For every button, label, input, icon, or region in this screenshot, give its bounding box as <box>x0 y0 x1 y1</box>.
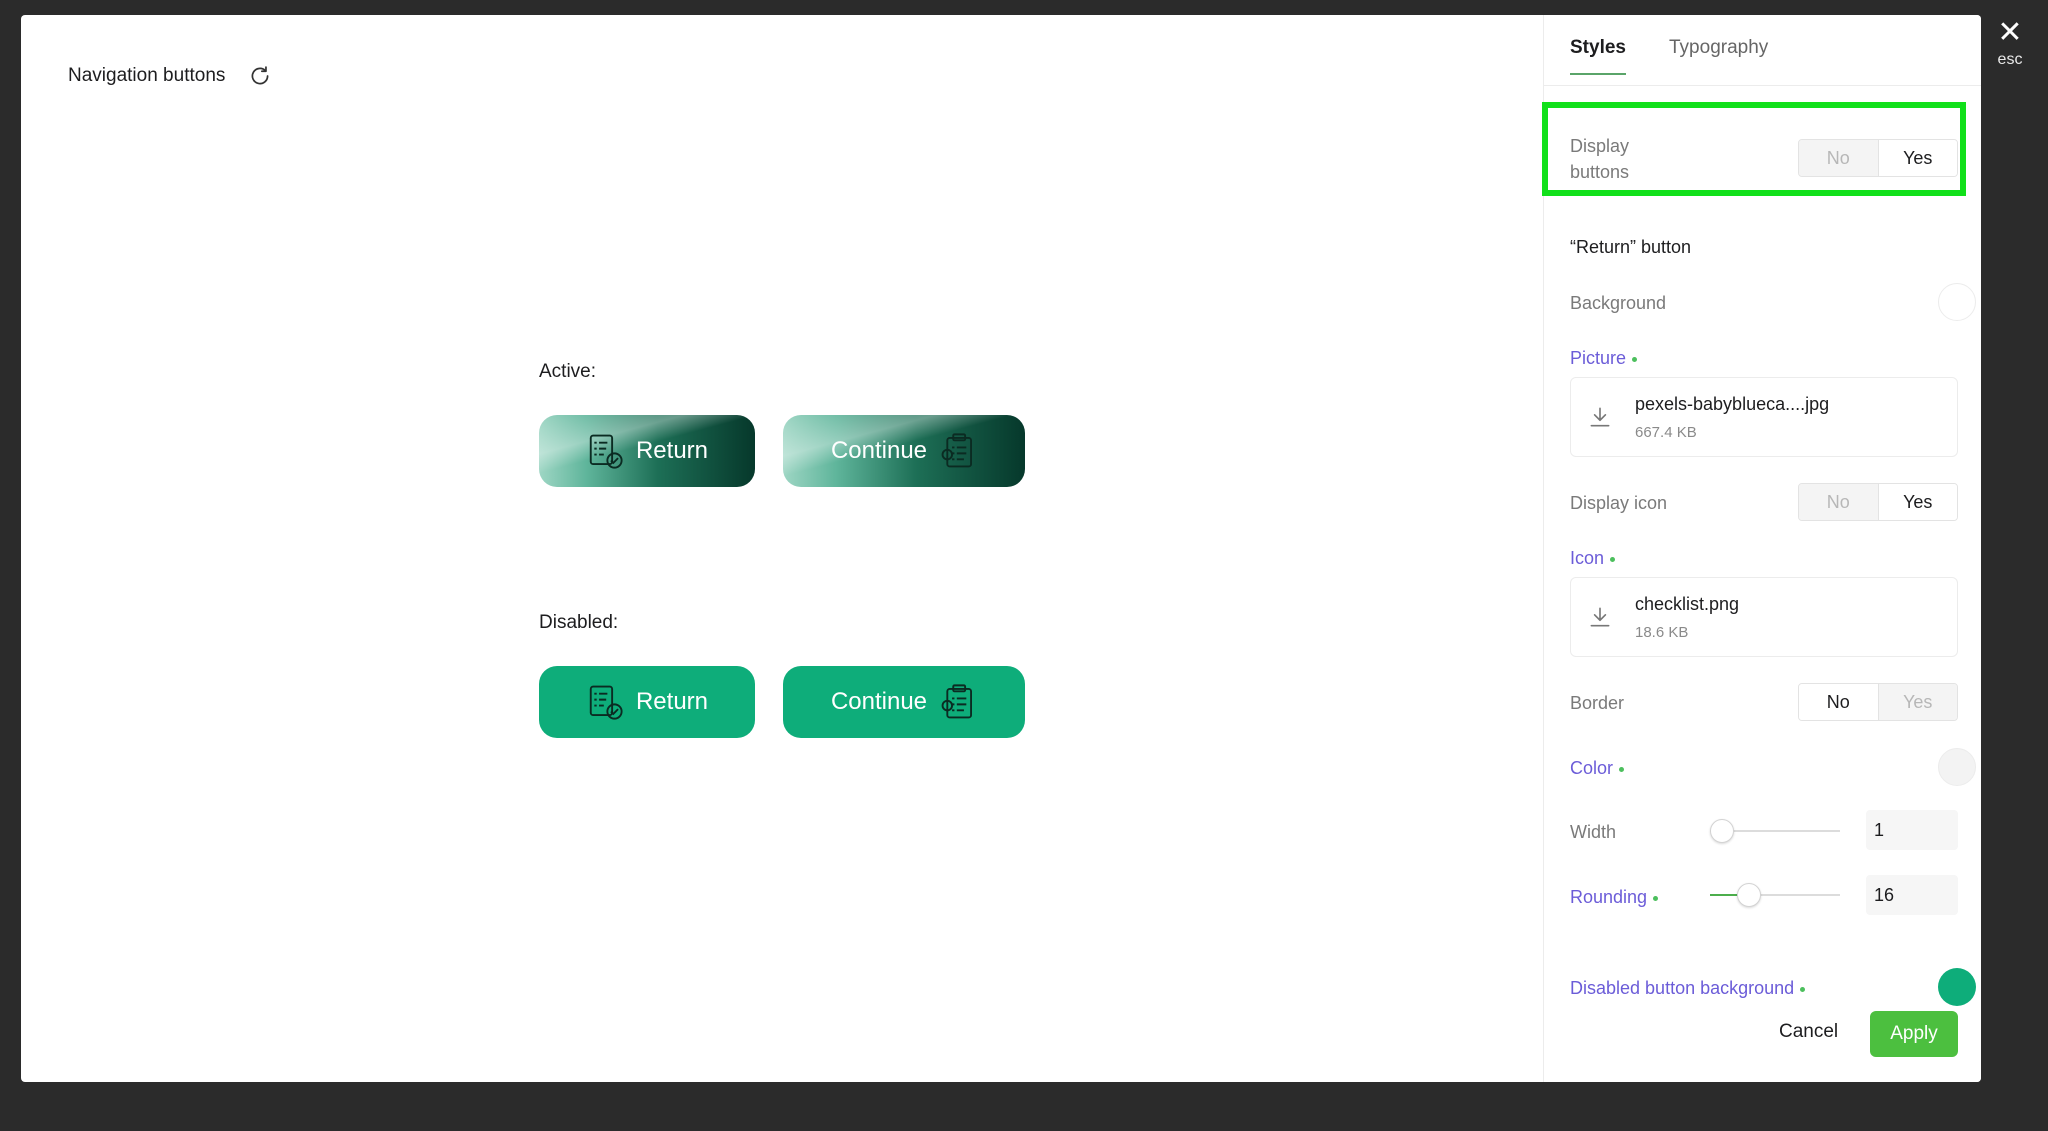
continue-button-label: Continue <box>830 688 928 715</box>
tab-styles[interactable]: Styles <box>1570 37 1626 75</box>
border-no[interactable]: No <box>1799 684 1878 720</box>
border-color-swatch[interactable] <box>1938 748 1976 786</box>
return-section-title: “Return” button <box>1570 237 1692 257</box>
icon-file-name: checklist.png <box>1635 594 1740 614</box>
background-color-swatch[interactable] <box>1938 283 1976 321</box>
width-slider-thumb[interactable] <box>1710 819 1734 843</box>
disabled-background-swatch[interactable] <box>1938 968 1976 1006</box>
download-icon <box>1590 407 1610 427</box>
display-buttons-label: Display buttons <box>1570 136 1630 182</box>
width-input[interactable]: 1 <box>1866 810 1958 850</box>
display-icon-no[interactable]: No <box>1799 484 1878 520</box>
continue-button-disabled: Continue <box>783 666 1025 738</box>
display-icon-yes[interactable]: Yes <box>1877 484 1957 520</box>
apply-button[interactable]: Apply <box>1870 1011 1958 1057</box>
display-icon-label: Display icon <box>1570 493 1668 513</box>
settings-panel: Styles Typography Display buttons No Yes… <box>1542 15 1981 1082</box>
close-control[interactable]: ✕ esc <box>1992 18 2028 70</box>
picture-file[interactable]: pexels-babyblueca....jpg 667.4 KB <box>1570 377 1958 457</box>
background-label: Background <box>1570 293 1667 313</box>
preview-header: Navigation buttons <box>68 63 273 89</box>
download-icon <box>1590 607 1610 627</box>
checklist-icon <box>589 434 623 469</box>
modal-window: Navigation buttons Active: Return Contin… <box>21 15 1981 1082</box>
tab-typography[interactable]: Typography <box>1669 37 1768 59</box>
preview-title: Navigation buttons <box>68 65 226 86</box>
panel-footer: Cancel Apply <box>1544 1011 1981 1059</box>
display-buttons-yes[interactable]: Yes <box>1877 140 1957 176</box>
rounding-slider[interactable] <box>1710 881 1840 909</box>
close-icon[interactable]: ✕ <box>1992 18 2028 48</box>
panel-tabs: Styles Typography <box>1544 15 1981 86</box>
width-slider[interactable] <box>1710 817 1840 845</box>
return-button-disabled: Return <box>539 666 755 738</box>
border-label: Border <box>1570 693 1625 713</box>
picture-file-name: pexels-babyblueca....jpg <box>1635 394 1830 414</box>
icon-label: Icon <box>1570 548 1616 569</box>
width-label: Width <box>1570 822 1617 842</box>
clipboard-icon <box>941 433 973 468</box>
disabled-background-label: Disabled button background <box>1570 978 1806 999</box>
border-yes[interactable]: Yes <box>1877 684 1957 720</box>
cancel-button[interactable]: Cancel <box>1779 1021 1838 1043</box>
clipboard-icon <box>941 684 973 719</box>
rounding-label: Rounding <box>1570 887 1659 908</box>
display-icon-toggle: No Yes <box>1798 483 1958 521</box>
picture-label: Picture <box>1570 348 1638 369</box>
picture-file-size: 667.4 KB <box>1635 424 1697 441</box>
close-esc-hint: esc <box>1997 51 2023 68</box>
continue-button-label: Continue <box>830 437 928 464</box>
display-buttons-toggle: No Yes <box>1798 139 1958 177</box>
continue-button-active[interactable]: Continue <box>783 415 1025 487</box>
border-toggle: No Yes <box>1798 683 1958 721</box>
return-button-label: Return <box>635 688 709 715</box>
return-button-active[interactable]: Return <box>539 415 755 487</box>
disabled-state-label: Disabled: <box>539 612 619 633</box>
color-label: Color <box>1570 758 1625 779</box>
rounding-slider-thumb[interactable] <box>1737 883 1761 907</box>
refresh-icon[interactable] <box>247 63 273 89</box>
checklist-icon <box>589 685 623 720</box>
display-buttons-no[interactable]: No <box>1799 140 1878 176</box>
icon-file-size: 18.6 KB <box>1635 624 1689 641</box>
return-button-label: Return <box>635 437 709 464</box>
rounding-input[interactable]: 16 <box>1866 875 1958 915</box>
active-state-label: Active: <box>539 361 597 382</box>
icon-file[interactable]: checklist.png 18.6 KB <box>1570 577 1958 657</box>
